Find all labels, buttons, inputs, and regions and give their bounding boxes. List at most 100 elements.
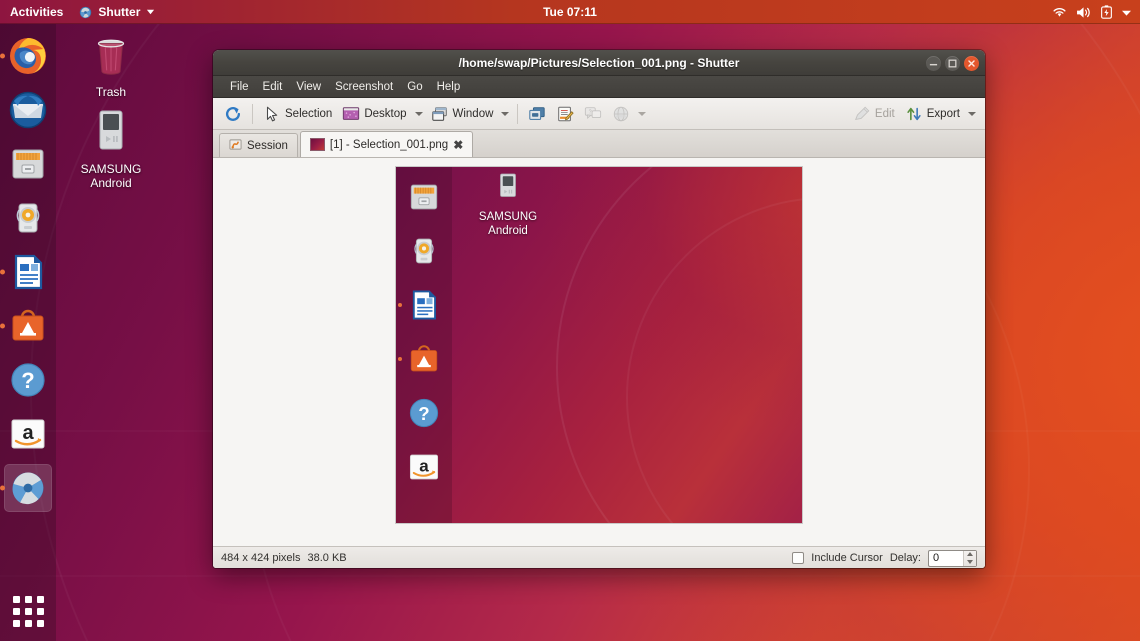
- toolbar-right-group: Edit Export: [848, 98, 979, 130]
- stepper-down-icon: [967, 560, 973, 564]
- svg-text:?: ?: [418, 403, 429, 424]
- toolbar-separator: [252, 104, 253, 124]
- web-capture-button[interactable]: [607, 102, 635, 126]
- dock-item-files[interactable]: [4, 140, 52, 188]
- thunderbird-icon: [8, 90, 48, 130]
- maximize-button[interactable]: [945, 56, 960, 71]
- menu-edit[interactable]: Edit: [256, 79, 290, 95]
- toolbar: Selection Desktop: [213, 98, 985, 130]
- tab-close-icon[interactable]: ✖: [453, 139, 463, 151]
- dock-item-firefox[interactable]: [4, 32, 52, 80]
- delay-value[interactable]: 0: [929, 551, 963, 566]
- capture-dock-item-files: [404, 177, 444, 217]
- redo-screenshot-button[interactable]: [219, 102, 247, 126]
- dock-item-shutter[interactable]: [4, 464, 52, 512]
- clock[interactable]: Tue 07:11: [543, 5, 597, 19]
- export-button[interactable]: Export: [900, 102, 965, 126]
- export-icon: [905, 105, 923, 123]
- show-applications-button[interactable]: [0, 596, 56, 627]
- menu-go[interactable]: Go: [400, 79, 429, 95]
- menu-view[interactable]: View: [289, 79, 328, 95]
- export-label: Export: [927, 108, 960, 120]
- window-titlebar[interactable]: /home/swap/Pictures/Selection_001.png - …: [213, 50, 985, 76]
- close-button[interactable]: [964, 56, 979, 71]
- desktop-icon-trash[interactable]: Trash: [63, 33, 159, 99]
- dock-item-ubuntu-software[interactable]: [4, 302, 52, 350]
- chevron-down-icon: [146, 5, 155, 19]
- amazon-icon: a: [8, 414, 48, 454]
- selection-label: Selection: [285, 108, 332, 120]
- ubuntu-desktop: Activities Shutter Tue 07:11: [0, 0, 1140, 641]
- trash-icon: [88, 33, 134, 82]
- selection-button[interactable]: Selection: [258, 102, 337, 126]
- statusbar-controls: Include Cursor Delay: 0: [792, 547, 977, 568]
- files-icon: [8, 144, 48, 184]
- status-indicators[interactable]: [1052, 0, 1136, 24]
- web-dropdown-arrow-icon[interactable]: [635, 102, 649, 126]
- capture-desktop-label-line2: Android: [488, 224, 528, 238]
- capture-desktop-label-line1: SAMSUNG: [479, 210, 537, 224]
- edit-icon: [853, 105, 871, 123]
- window-label: Window: [453, 108, 494, 120]
- running-indicator: [398, 357, 402, 361]
- dock-item-amazon[interactable]: a: [4, 410, 52, 458]
- window-icon: [431, 105, 449, 123]
- include-cursor-checkbox[interactable]: [792, 552, 804, 564]
- window-dropdown-arrow-icon[interactable]: [498, 102, 512, 126]
- menu-capture-icon: [528, 105, 546, 123]
- menu-help[interactable]: Help: [430, 79, 468, 95]
- svg-text:?: ?: [21, 368, 34, 393]
- tab-image-label: [1] - Selection_001.png: [330, 139, 448, 151]
- dock-item-rhythmbox[interactable]: [4, 194, 52, 242]
- menu-screenshot[interactable]: Screenshot: [328, 79, 400, 95]
- window-capture-button[interactable]: Window: [426, 102, 499, 126]
- capture-dock-item-libreoffice-writer: [404, 285, 444, 325]
- menu-capture-button[interactable]: [523, 102, 551, 126]
- help-icon: ?: [8, 360, 48, 400]
- window-controls: [926, 50, 979, 76]
- firefox-icon: [8, 36, 48, 76]
- running-indicator: [0, 324, 5, 329]
- media-player-icon: [91, 108, 131, 159]
- desktop-dropdown-arrow-icon[interactable]: [412, 102, 426, 126]
- desktop-icon-samsung-android[interactable]: SAMSUNG Android: [63, 108, 159, 190]
- running-indicator: [0, 486, 5, 491]
- stepper-up-icon: [967, 552, 973, 556]
- session-icon: [229, 138, 242, 154]
- tab-session[interactable]: Session: [219, 133, 298, 157]
- capture-dock-item-ubuntu-software: [404, 339, 444, 379]
- tooltip-capture-icon: ?: [584, 105, 602, 123]
- delay-stepper-arrows[interactable]: [963, 551, 976, 566]
- cursor-icon: [263, 105, 281, 123]
- edit-drawing-button[interactable]: [551, 102, 579, 126]
- desktop-icon-label: Trash: [96, 85, 126, 99]
- libreoffice-writer-icon: [8, 252, 48, 292]
- status-bar: 484 x 424 pixels 38.0 KB Include Cursor …: [213, 546, 985, 568]
- include-cursor-label: Include Cursor: [811, 552, 883, 564]
- capture-desktop-icon-samsung-android: SAMSUNG Android: [462, 172, 554, 238]
- window-title: /home/swap/Pictures/Selection_001.png - …: [459, 56, 740, 70]
- activities-button[interactable]: Activities: [2, 0, 71, 24]
- edit-button[interactable]: Edit: [848, 102, 900, 126]
- delay-spinner[interactable]: 0: [928, 550, 977, 567]
- menu-file[interactable]: File: [223, 79, 256, 95]
- capture-dock-item-rhythmbox: [404, 231, 444, 271]
- media-player-icon: [493, 172, 523, 210]
- edit-drawing-icon: [556, 105, 574, 123]
- delay-label: Delay:: [890, 552, 921, 564]
- tooltip-capture-button[interactable]: ?: [579, 102, 607, 126]
- tab-image[interactable]: [1] - Selection_001.png ✖: [300, 131, 473, 157]
- web-capture-icon: [612, 105, 630, 123]
- export-dropdown-arrow-icon[interactable]: [965, 102, 979, 126]
- minimize-button[interactable]: [926, 56, 941, 71]
- desktop-button[interactable]: Desktop: [337, 102, 411, 126]
- dock-item-thunderbird[interactable]: [4, 86, 52, 134]
- shutter-icon: [79, 6, 92, 19]
- svg-text:a: a: [419, 456, 429, 475]
- app-menu-button[interactable]: Shutter: [71, 0, 163, 24]
- desktop-icon-label-line2: Android: [90, 176, 131, 190]
- captured-screenshot-image[interactable]: ? a: [396, 167, 802, 523]
- dock-item-libreoffice-writer[interactable]: [4, 248, 52, 296]
- dock-item-help[interactable]: ?: [4, 356, 52, 404]
- image-filesize: 38.0 KB: [308, 552, 347, 564]
